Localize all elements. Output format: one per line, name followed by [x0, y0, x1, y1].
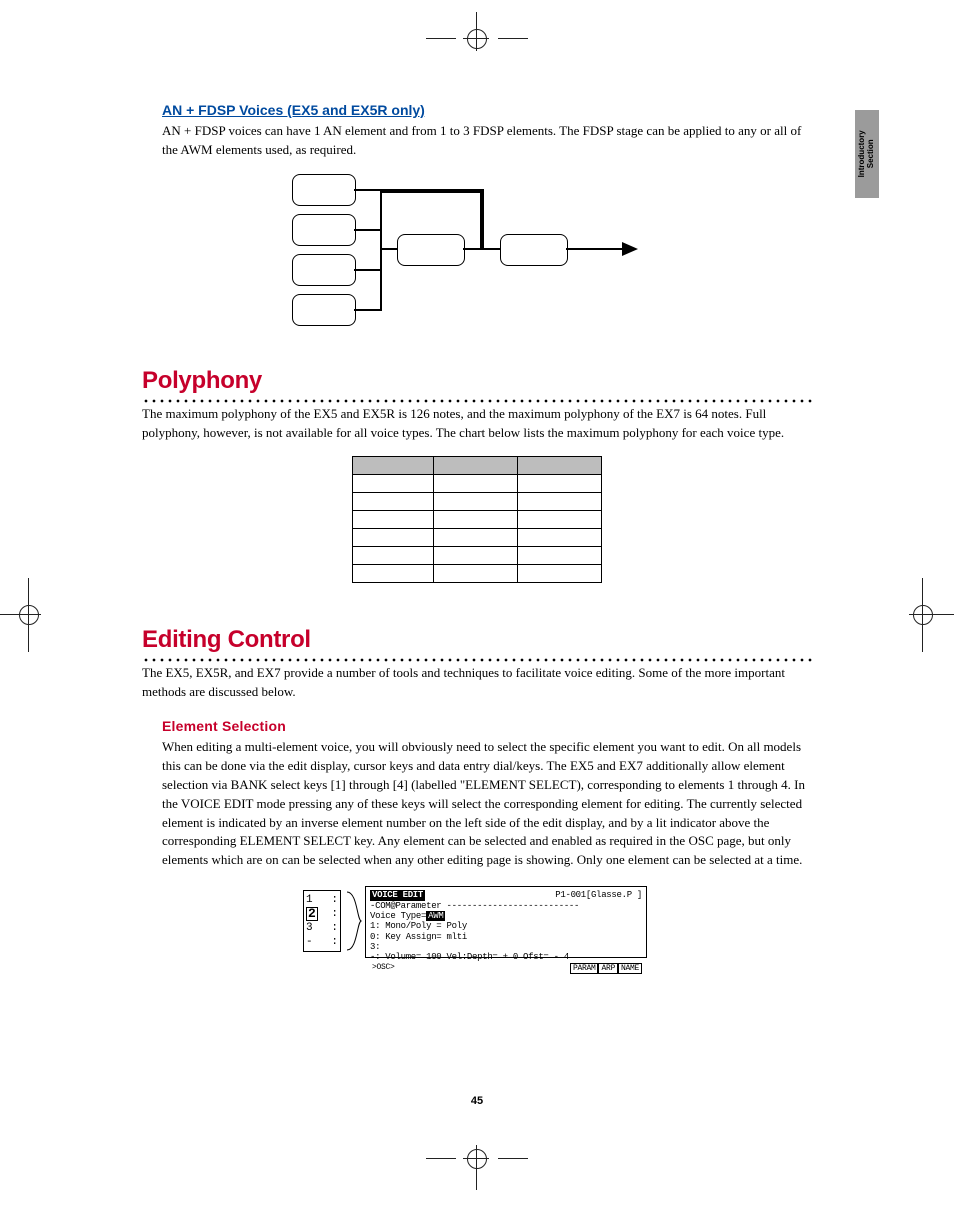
selector-bracket-icon [345, 890, 363, 952]
lcd-line3: 1: Mono/Poly = Poly [370, 921, 642, 931]
heading-polyphony: Polyphony [142, 364, 812, 399]
crop-mark-left [0, 590, 60, 650]
lcd-tab-param: PARAM [570, 963, 599, 974]
body-an-fdsp: AN + FDSP voices can have 1 AN element a… [162, 122, 812, 160]
subhead-an-fdsp: AN + FDSP Voices (EX5 and EX5R only) [162, 100, 812, 120]
body-element-selection: When editing a multi-element voice, you … [162, 738, 812, 870]
sel-3: 3 [306, 921, 313, 935]
heading-editing-control: Editing Control [142, 623, 812, 658]
lcd-title-right: P1-001[Glasse.P ] [555, 890, 642, 900]
lcd-line1: -COM@Parameter -------------------------… [370, 901, 642, 911]
lcd-line2-label: Voice Type= [370, 911, 426, 921]
crop-mark-top [450, 18, 510, 78]
section-tab-label: Introductory Section [858, 130, 876, 177]
lcd-line4: 0: Key Assign= mlti [370, 932, 642, 942]
polyphony-table [352, 456, 602, 583]
signal-flow-diagram [292, 174, 662, 334]
lcd-tab-name: NAME [618, 963, 642, 974]
lcd-screen: VOICE EDIT P1-001[Glasse.P ] -COM@Parame… [365, 886, 647, 958]
lcd-tab-osc: >OSC> [370, 963, 397, 974]
element-selector: 1: 2: 3: -: [303, 890, 341, 952]
sel-2-active: 2 [306, 907, 318, 921]
sel-4: - [306, 935, 313, 949]
body-editing-control: The EX5, EX5R, and EX7 provide a number … [142, 664, 812, 702]
lcd-title-left: VOICE EDIT [370, 890, 425, 900]
subhead-element-selection: Element Selection [162, 716, 812, 736]
lcd-line6: -: Volume= 100 Vel:Depth= + 0 Ofst= - 4 [370, 952, 642, 962]
content-area: AN + FDSP Voices (EX5 and EX5R only) AN … [142, 100, 812, 966]
sel-1: 1 [306, 893, 313, 907]
body-polyphony: The maximum polyphony of the EX5 and EX5… [142, 405, 812, 443]
lcd-figure: 1: 2: 3: -: VOICE EDIT P1-001[Glasse.P ]… [303, 886, 651, 966]
lcd-line2-value: AWM [426, 911, 445, 921]
crop-mark-bottom [450, 1148, 510, 1208]
page-number: 45 [0, 1094, 954, 1110]
lcd-line5: 3: [370, 942, 642, 952]
manual-page: Introductory Section AN + FDSP Voices (E… [0, 0, 954, 1196]
section-tab: Introductory Section [855, 110, 879, 198]
crop-mark-right [896, 590, 954, 650]
lcd-tab-arp: ARP [598, 963, 618, 974]
